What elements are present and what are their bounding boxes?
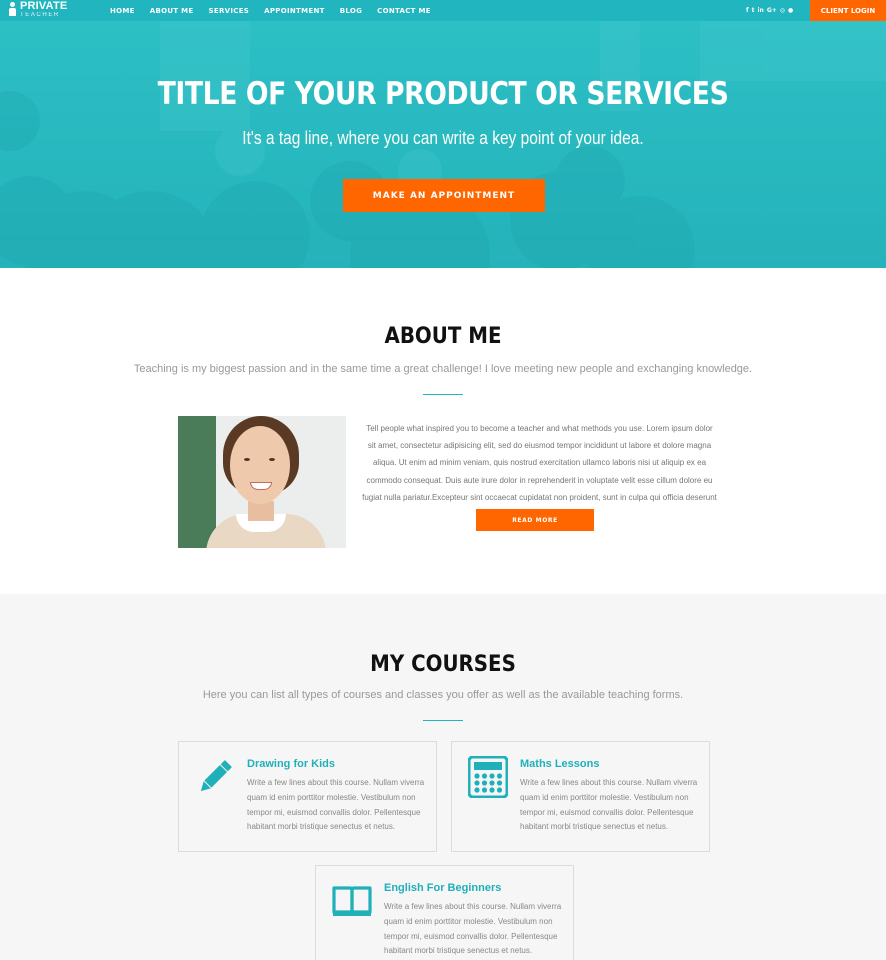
about-body-text: Tell people what inspired you to become … bbox=[362, 424, 717, 519]
nav-link-home[interactable]: HOME bbox=[110, 7, 135, 15]
nav-link-about-me[interactable]: ABOUT ME bbox=[150, 7, 194, 15]
about-title: ABOUT ME bbox=[384, 324, 502, 349]
book-icon bbox=[332, 886, 372, 916]
main-menu: HOME ABOUT ME SERVICES APPOINTMENT BLOG … bbox=[110, 0, 446, 21]
nav-link-services[interactable]: SERVICES bbox=[209, 7, 250, 15]
nav-link-contact-me[interactable]: CONTACT ME bbox=[377, 7, 431, 15]
hero-tagline: It's a tag line, where you can write a k… bbox=[242, 128, 644, 148]
course-description: Write a few lines about this course. Nul… bbox=[520, 778, 698, 832]
hero-banner: TITLE OF YOUR PRODUCT OR SERVICES It's a… bbox=[0, 21, 886, 268]
course-card-english[interactable]: English For Beginners Write a few lines … bbox=[315, 865, 574, 960]
pencil-icon bbox=[200, 760, 232, 792]
about-subtitle: Teaching is my biggest passion and in th… bbox=[133, 363, 753, 375]
about-divider bbox=[423, 394, 463, 395]
facebook-icon[interactable]: f bbox=[746, 7, 749, 14]
course-title[interactable]: English For Beginners bbox=[384, 882, 501, 894]
teacher-logo-icon bbox=[8, 1, 18, 17]
top-navbar: PRIVATE TEACHER HOME ABOUT ME SERVICES A… bbox=[0, 0, 886, 21]
instagram-icon[interactable]: ◎ bbox=[780, 7, 785, 14]
skype-icon[interactable]: ● bbox=[788, 7, 793, 14]
course-title[interactable]: Drawing for Kids bbox=[247, 758, 335, 770]
courses-title: MY COURSES bbox=[370, 652, 516, 677]
course-description: Write a few lines about this course. Nul… bbox=[247, 778, 425, 832]
read-more-button[interactable]: READ MORE bbox=[476, 509, 594, 531]
hero-title: TITLE OF YOUR PRODUCT OR SERVICES bbox=[157, 76, 729, 112]
about-section: ABOUT ME Teaching is my biggest passion … bbox=[0, 268, 886, 594]
twitter-icon[interactable]: t bbox=[752, 7, 755, 14]
courses-subtitle: Here you can list all types of courses a… bbox=[202, 689, 684, 701]
nav-link-blog[interactable]: BLOG bbox=[340, 7, 362, 15]
calculator-icon bbox=[468, 756, 508, 798]
logo-title: PRIVATE bbox=[20, 0, 68, 12]
course-title[interactable]: Maths Lessons bbox=[520, 758, 599, 770]
client-login-button[interactable]: CLIENT LOGIN bbox=[810, 0, 886, 21]
courses-divider bbox=[423, 720, 463, 721]
teacher-photo bbox=[178, 416, 346, 548]
courses-section: MY COURSES Here you can list all types o… bbox=[0, 594, 886, 960]
make-appointment-button[interactable]: MAKE AN APPOINTMENT bbox=[343, 179, 545, 212]
course-card-maths[interactable]: Maths Lessons Write a few lines about th… bbox=[451, 741, 710, 852]
linkedin-icon[interactable]: in bbox=[758, 7, 764, 14]
course-card-drawing[interactable]: Drawing for Kids Write a few lines about… bbox=[178, 741, 437, 852]
site-logo[interactable]: PRIVATE TEACHER bbox=[8, 1, 67, 18]
course-description: Write a few lines about this course. Nul… bbox=[384, 902, 562, 956]
google-plus-icon[interactable]: G+ bbox=[767, 7, 777, 14]
nav-link-appointment[interactable]: APPOINTMENT bbox=[264, 7, 325, 15]
social-links: f t in G+ ◎ ● bbox=[746, 0, 793, 21]
logo-subtitle: TEACHER bbox=[20, 12, 60, 18]
